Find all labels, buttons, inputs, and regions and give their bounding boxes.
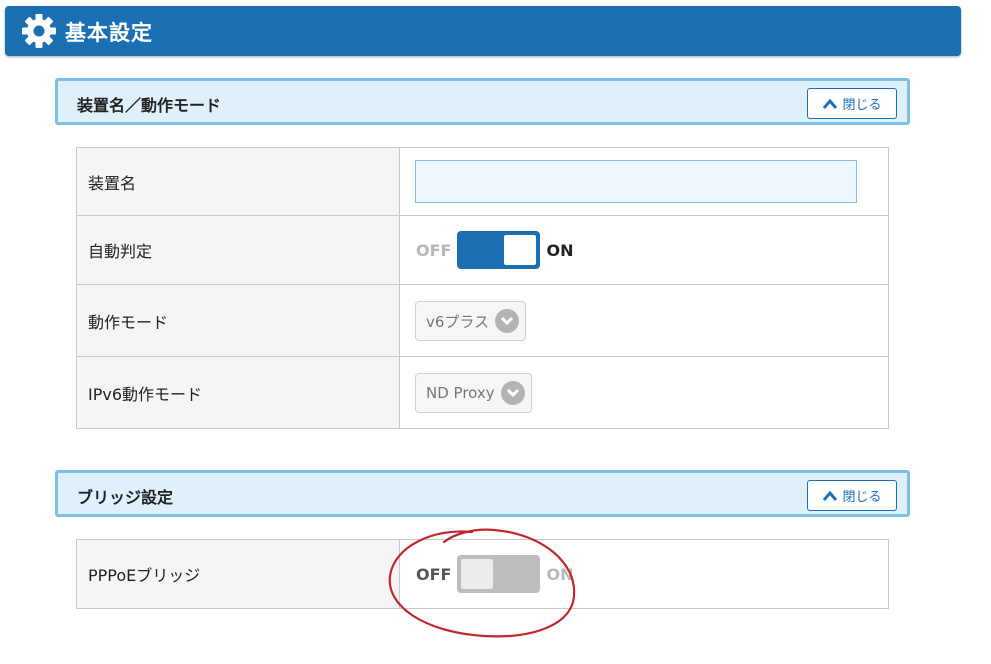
device-settings-table: 装置名 自動判定 OFF ON 動作モード v6プラス IPv6動作モード ND… (76, 147, 889, 429)
page-title: 基本設定 (65, 21, 153, 45)
ipv6-mode-select[interactable]: ND Proxy (415, 373, 532, 413)
section-title: 装置名／動作モード (77, 96, 222, 115)
row-label-ipv6-mode: IPv6動作モード (76, 356, 400, 429)
section-header-bridge: ブリッジ設定 閉じる (55, 470, 910, 517)
row-label-auto-detect: 自動判定 (76, 215, 400, 285)
gear-icon (22, 14, 56, 48)
chevron-down-icon (500, 381, 525, 405)
table-row: 装置名 (76, 147, 889, 216)
auto-detect-toggle[interactable] (457, 231, 541, 269)
close-button-label: 閉じる (842, 98, 882, 113)
bridge-settings-table: PPPoEブリッジ OFF ON (76, 539, 889, 609)
section-title: ブリッジ設定 (77, 488, 174, 507)
table-row: IPv6動作モード ND Proxy (76, 356, 889, 429)
toggle-off-label: OFF (416, 564, 452, 584)
toggle-knob (504, 235, 537, 265)
close-section-button[interactable]: 閉じる (807, 480, 897, 511)
table-row: 動作モード v6プラス (76, 284, 889, 357)
chevron-down-icon (495, 309, 520, 333)
table-row: PPPoEブリッジ OFF ON (76, 539, 889, 609)
close-button-label: 閉じる (842, 490, 882, 505)
chevron-up-icon (823, 98, 838, 109)
chevron-up-icon (823, 490, 838, 501)
toggle-off-label: OFF (416, 240, 452, 260)
section-header-device: 装置名／動作モード 閉じる (55, 78, 910, 125)
row-label-device-name: 装置名 (76, 147, 400, 216)
close-section-button[interactable]: 閉じる (807, 88, 897, 119)
auto-detect-toggle-group: OFF ON (416, 231, 573, 269)
select-value: v6プラス (426, 312, 490, 331)
toggle-on-label: ON (546, 240, 574, 260)
toggle-knob (461, 559, 494, 589)
select-value: ND Proxy (426, 384, 495, 402)
row-label-pppoe-bridge: PPPoEブリッジ (76, 539, 400, 609)
operation-mode-select[interactable]: v6プラス (415, 301, 527, 341)
page-header: 基本設定 (5, 6, 961, 56)
row-label-operation-mode: 動作モード (76, 284, 400, 357)
table-row: 自動判定 OFF ON (76, 215, 889, 285)
device-name-input[interactable] (415, 160, 857, 203)
toggle-on-label: ON (546, 564, 574, 584)
pppoe-bridge-toggle[interactable] (457, 555, 541, 593)
pppoe-bridge-toggle-group: OFF ON (416, 555, 573, 593)
